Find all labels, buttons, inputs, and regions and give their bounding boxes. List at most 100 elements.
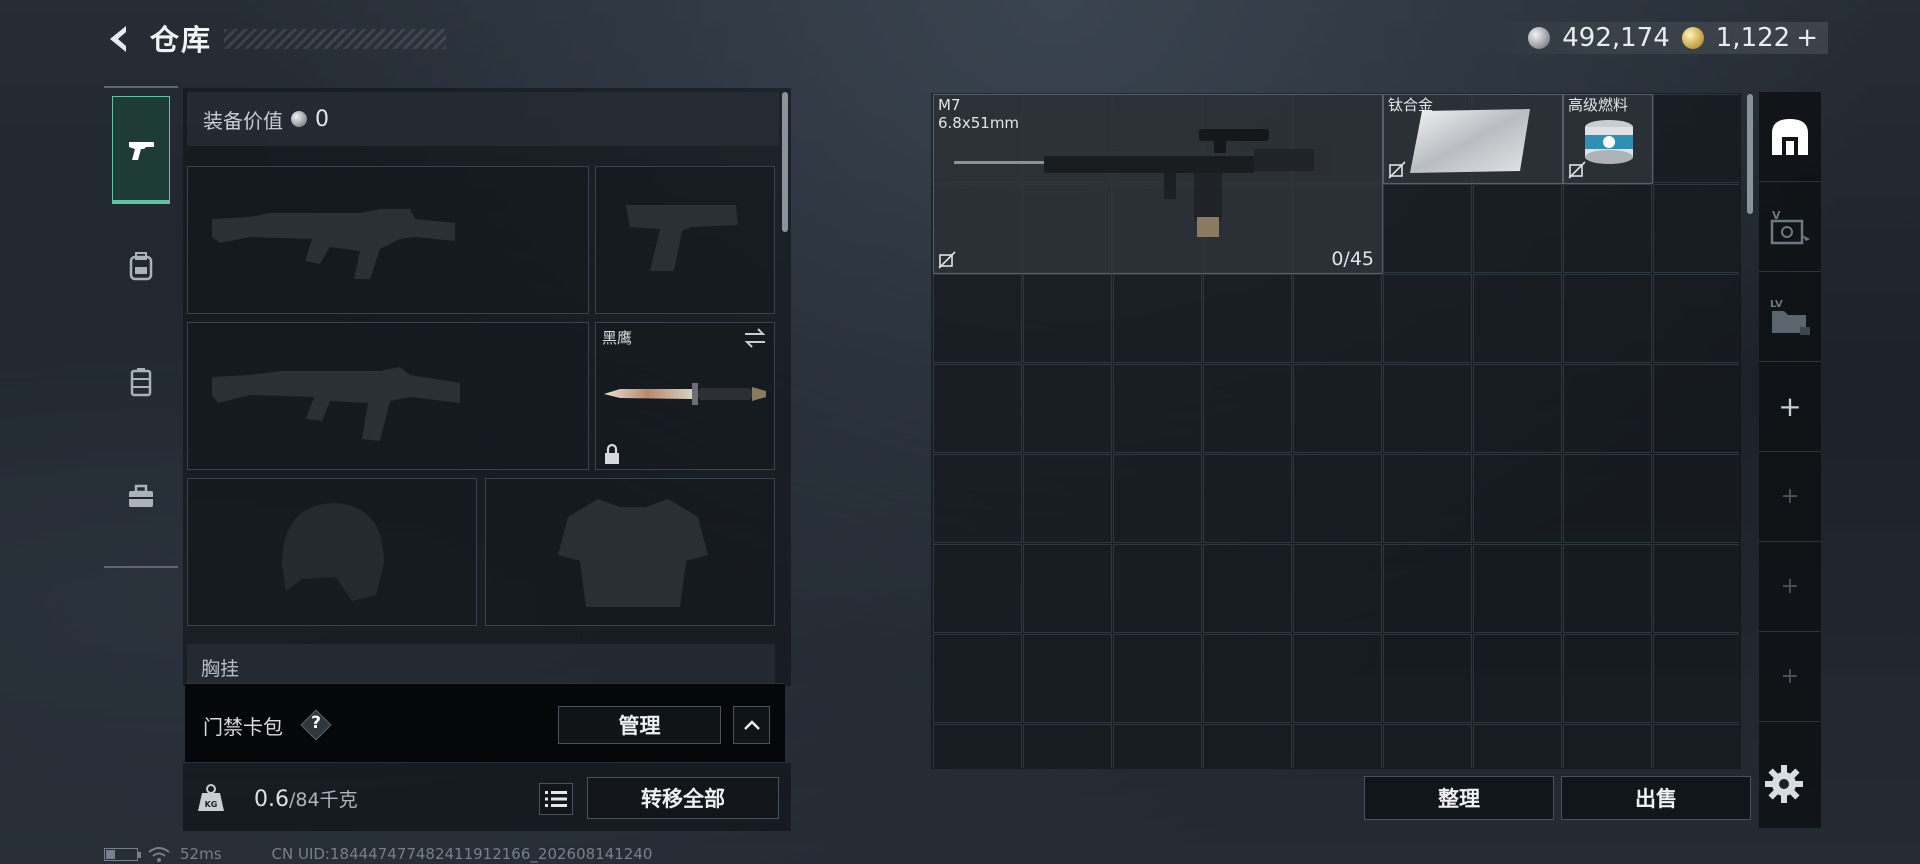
grid-cell[interactable] <box>1293 274 1382 363</box>
grid-cell[interactable] <box>1293 724 1382 768</box>
grid-cell[interactable] <box>1203 724 1292 768</box>
grid-cell[interactable] <box>1473 544 1562 633</box>
plus-icon: + <box>1778 390 1802 423</box>
rail-add-slot-locked[interactable]: + <box>1759 632 1821 722</box>
grid-cell[interactable] <box>1113 544 1202 633</box>
grid-cell[interactable] <box>1113 274 1202 363</box>
item-name: 钛合金 <box>1388 96 1434 114</box>
keycard-help-button[interactable]: ? <box>300 709 332 741</box>
grid-cell[interactable] <box>1563 454 1652 543</box>
body-armor-slot[interactable] <box>485 478 775 626</box>
item-premium-fuel[interactable]: 高级燃料 <box>1563 94 1653 184</box>
grid-cell[interactable] <box>1473 274 1562 363</box>
grid-cell[interactable] <box>1383 184 1472 273</box>
category-rig[interactable] <box>112 328 170 436</box>
grid-cell[interactable] <box>1023 724 1112 768</box>
category-toolbox[interactable] <box>112 442 170 550</box>
grid-cell[interactable] <box>1653 724 1739 768</box>
helmet-slot[interactable] <box>187 478 477 626</box>
grid-cell[interactable] <box>1473 364 1562 453</box>
transfer-all-button[interactable]: 转移全部 <box>587 777 779 819</box>
rail-add-slot-locked[interactable]: + <box>1759 452 1821 542</box>
grid-cell[interactable] <box>1113 724 1202 768</box>
storage-scrollbar[interactable] <box>1747 94 1753 214</box>
manage-keycards-button[interactable]: 管理 <box>558 706 721 744</box>
grid-cell[interactable] <box>1383 454 1472 543</box>
grid-cell[interactable] <box>1203 634 1292 723</box>
collapse-button[interactable] <box>733 706 770 744</box>
grid-cell[interactable] <box>1023 544 1112 633</box>
grid-cell[interactable] <box>1023 634 1112 723</box>
rail-add-slot[interactable]: + <box>1759 362 1821 452</box>
grid-cell[interactable] <box>933 454 1022 543</box>
grid-cell[interactable] <box>1293 634 1382 723</box>
back-arrow-icon[interactable] <box>102 22 136 56</box>
grid-cell[interactable] <box>1563 364 1652 453</box>
grid-cell[interactable] <box>1383 634 1472 723</box>
grid-cell[interactable] <box>1383 364 1472 453</box>
item-titanium-alloy[interactable]: 钛合金 <box>1383 94 1563 184</box>
melee-slot[interactable]: 黑鹰 <box>595 322 775 470</box>
grid-cell[interactable] <box>933 364 1022 453</box>
sell-button[interactable]: 出售 <box>1561 776 1751 820</box>
swap-icon[interactable] <box>742 327 768 349</box>
category-backpack[interactable] <box>112 212 170 320</box>
grid-cell[interactable] <box>1653 94 1739 183</box>
grid-cell[interactable] <box>1563 274 1652 363</box>
grid-cell[interactable] <box>1203 454 1292 543</box>
grid-cell[interactable] <box>1113 364 1202 453</box>
grid-cell[interactable] <box>1473 724 1562 768</box>
silver-coin-icon <box>1528 27 1551 49</box>
rail-add-slot-locked[interactable]: + <box>1759 542 1821 632</box>
rail-v-case[interactable]: V <box>1759 182 1821 272</box>
storage-grid: M7 6.8x51mm 0/45 钛合金 高级燃料 <box>933 94 1739 768</box>
grid-cell[interactable] <box>1113 454 1202 543</box>
rail-lv-folder[interactable]: LV <box>1759 272 1821 362</box>
grid-cell[interactable] <box>933 544 1022 633</box>
secondary-weapon-slot[interactable] <box>595 166 775 314</box>
grid-cell[interactable] <box>1203 364 1292 453</box>
gear-icon[interactable] <box>1762 762 1806 806</box>
grid-cell[interactable] <box>1653 454 1739 543</box>
rail-main-storage[interactable] <box>1759 92 1821 182</box>
list-view-button[interactable] <box>539 783 573 815</box>
grid-cell[interactable] <box>1293 364 1382 453</box>
grid-cell[interactable] <box>1383 274 1472 363</box>
weight-readout: 0.6/84千克 <box>254 785 358 812</box>
silver-currency-value: 492,174 <box>1562 23 1670 53</box>
grid-cell[interactable] <box>1473 634 1562 723</box>
secondary-rifle-slot[interactable] <box>187 322 589 470</box>
grid-cell[interactable] <box>933 724 1022 768</box>
grid-cell[interactable] <box>1113 634 1202 723</box>
grid-cell[interactable] <box>1203 274 1292 363</box>
grid-cell[interactable] <box>1473 454 1562 543</box>
grid-cell[interactable] <box>1563 724 1652 768</box>
grid-cell[interactable] <box>1473 184 1562 273</box>
grid-cell[interactable] <box>1563 634 1652 723</box>
item-m7-rifle[interactable]: M7 6.8x51mm 0/45 <box>933 94 1383 274</box>
grid-cell[interactable] <box>1293 454 1382 543</box>
grid-cell[interactable] <box>1653 544 1739 633</box>
equipment-scrollbar[interactable] <box>782 92 788 232</box>
grid-cell[interactable] <box>1563 184 1652 273</box>
grid-cell[interactable] <box>1023 364 1112 453</box>
grid-cell[interactable] <box>1023 274 1112 363</box>
grid-cell[interactable] <box>1383 724 1472 768</box>
grid-cell[interactable] <box>933 634 1022 723</box>
grid-cell[interactable] <box>1563 544 1652 633</box>
grid-cell[interactable] <box>1653 364 1739 453</box>
chest-rig-slot[interactable]: 胸挂 <box>187 644 775 684</box>
grid-cell[interactable] <box>1653 634 1739 723</box>
grid-cell[interactable] <box>1023 454 1112 543</box>
grid-cell[interactable] <box>1383 544 1472 633</box>
grid-cell[interactable] <box>1653 184 1739 273</box>
rifle-icon <box>954 129 1332 237</box>
grid-cell[interactable] <box>1203 544 1292 633</box>
sort-button[interactable]: 整理 <box>1364 776 1554 820</box>
grid-cell[interactable] <box>1653 274 1739 363</box>
primary-weapon-slot[interactable] <box>187 166 589 314</box>
category-weapons[interactable] <box>112 96 170 204</box>
add-currency-button[interactable]: + <box>1796 23 1818 53</box>
grid-cell[interactable] <box>933 274 1022 363</box>
grid-cell[interactable] <box>1293 544 1382 633</box>
